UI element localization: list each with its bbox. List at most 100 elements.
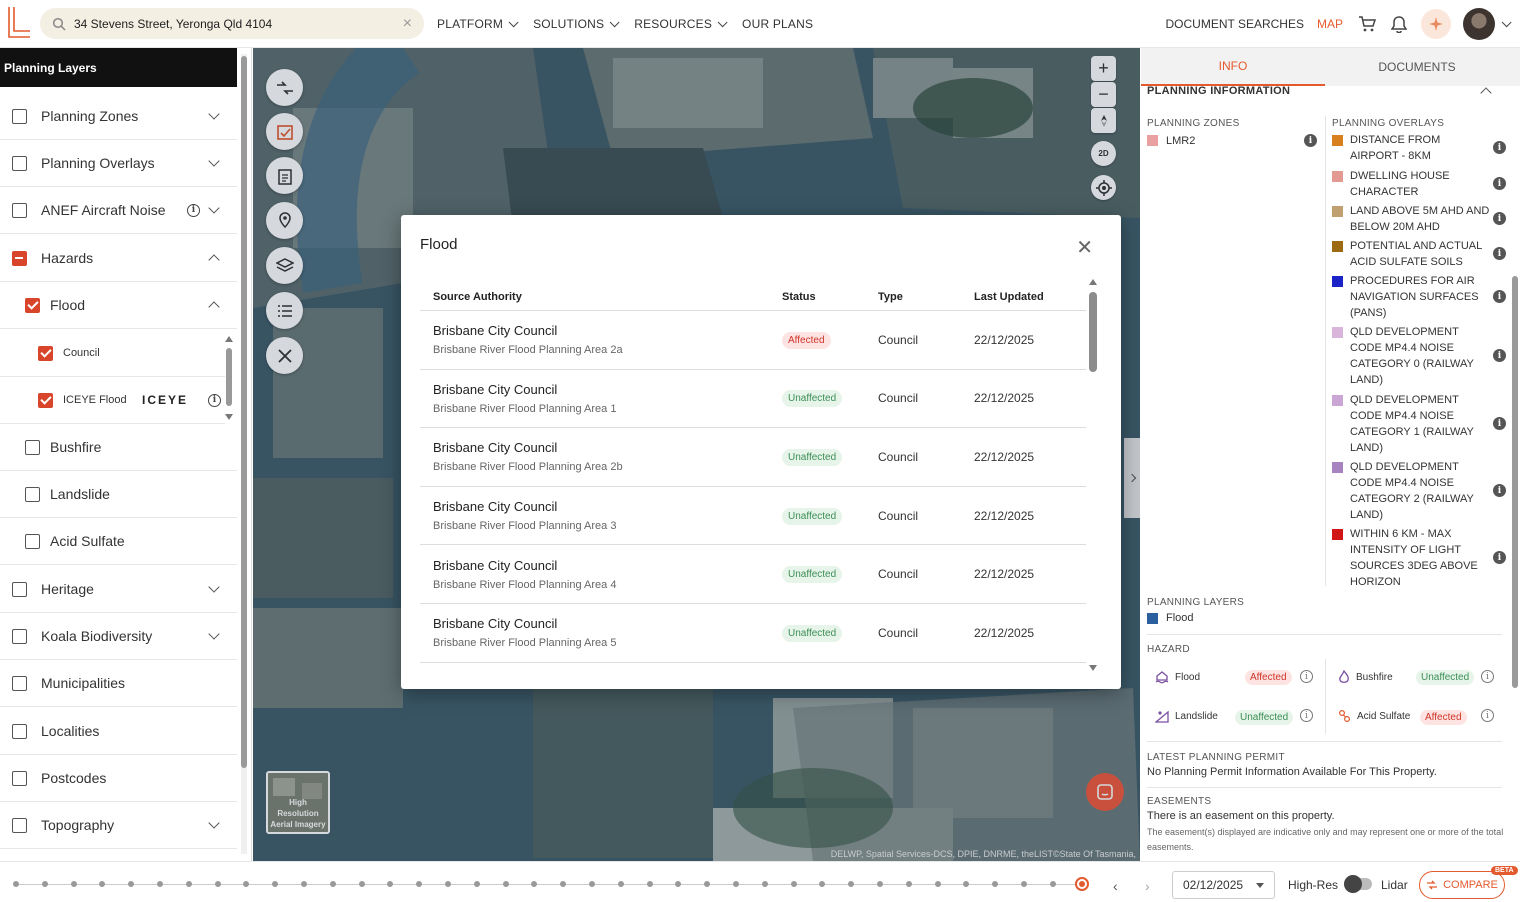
chevron-down-icon[interactable] (208, 108, 220, 120)
timeline-dot[interactable] (617, 881, 624, 887)
layer-heritage[interactable]: Heritage (0, 566, 237, 613)
checkbox[interactable] (25, 533, 40, 549)
timeline-dot[interactable] (301, 881, 307, 887)
checkbox[interactable] (12, 628, 27, 644)
info-icon[interactable]: i (1493, 212, 1506, 225)
timeline-dot[interactable] (387, 881, 394, 887)
timeline-dot[interactable] (329, 881, 336, 887)
hires-lidar-toggle[interactable] (1344, 875, 1372, 893)
info-icon[interactable]: i (1493, 290, 1506, 303)
timeline-dot[interactable] (934, 881, 941, 887)
timeline-dot[interactable] (358, 881, 365, 887)
document-searches-link[interactable]: DOCUMENT SEARCHES (1166, 17, 1304, 31)
timeline-dot[interactable] (1021, 881, 1027, 887)
timeline-dot[interactable] (502, 881, 509, 887)
imagery-date-select[interactable]: 02/12/2025 (1172, 871, 1275, 899)
info-icon[interactable]: i (208, 393, 221, 407)
timeline-dot[interactable] (905, 881, 912, 887)
chevron-left-icon[interactable]: ‹ (1113, 878, 1118, 894)
timeline-dot[interactable] (1049, 881, 1056, 887)
timeline-dot[interactable] (877, 881, 883, 887)
checkbox[interactable] (12, 723, 27, 739)
layer-anef-aircraft-noise[interactable]: ANEF Aircraft Noise i (0, 187, 237, 234)
timeline-dot[interactable] (13, 881, 19, 887)
timeline-dot[interactable] (41, 881, 48, 887)
layer-bushfire[interactable]: Bushfire (0, 424, 237, 471)
layer-flood[interactable]: Flood (0, 282, 237, 329)
timeline-dot[interactable] (675, 881, 682, 887)
layer-localities[interactable]: Localities (0, 708, 237, 755)
scroll-down-arrow[interactable] (1089, 665, 1097, 671)
timeline-dot[interactable] (157, 881, 163, 887)
info-icon[interactable]: i (187, 203, 200, 217)
chevron-down-icon[interactable] (208, 581, 220, 593)
close-icon[interactable]: ✕ (1076, 235, 1093, 260)
info-icon[interactable]: i (1493, 349, 1506, 362)
timeline-dot[interactable] (646, 881, 653, 887)
timeline-dot[interactable] (992, 881, 999, 887)
nav-our-plans[interactable]: OUR PLANS (742, 17, 813, 31)
info-icon[interactable]: i (1493, 141, 1506, 154)
chevron-down-icon[interactable] (1501, 16, 1512, 27)
timeline-dot[interactable] (819, 881, 826, 887)
info-icon[interactable]: i (1493, 484, 1506, 497)
info-icon[interactable]: i (1300, 670, 1313, 683)
compare-button[interactable]: COMPARE (1419, 871, 1505, 899)
chevron-down-icon[interactable] (208, 817, 220, 829)
layer-koala-biodiversity[interactable]: Koala Biodiversity (0, 613, 237, 660)
sublayer-scrollbar[interactable] (225, 336, 233, 420)
timeline-dot[interactable] (185, 881, 192, 887)
checkbox[interactable] (12, 202, 27, 218)
checkbox[interactable] (12, 770, 27, 786)
search-input[interactable] (74, 16, 403, 31)
layer-municipalities[interactable]: Municipalities (0, 660, 237, 707)
bell-icon[interactable] (1389, 14, 1409, 34)
timeline-dot[interactable] (416, 881, 423, 887)
layer-planning-overlays[interactable]: Planning Overlays (0, 140, 237, 187)
timeline-dot[interactable] (272, 881, 279, 887)
address-search[interactable]: × (40, 8, 424, 39)
checkbox[interactable] (12, 108, 27, 124)
info-icon[interactable]: i (1493, 417, 1506, 430)
info-icon[interactable]: i (1481, 709, 1494, 722)
checkbox[interactable] (25, 486, 40, 502)
scroll-up-arrow[interactable] (1089, 279, 1097, 285)
checkbox[interactable] (12, 581, 27, 597)
nav-resources[interactable]: RESOURCES (634, 16, 728, 31)
layer-iceye-flood[interactable]: ICEYE Flood ICEYE i (0, 377, 225, 424)
ai-sparkle-icon[interactable] (1421, 9, 1451, 39)
checkbox[interactable] (12, 155, 27, 171)
timeline-dot[interactable] (790, 881, 797, 887)
scrollbar-thumb[interactable] (241, 56, 247, 768)
timeline-track[interactable] (15, 884, 1083, 885)
timeline-dot[interactable] (128, 881, 135, 887)
checkbox[interactable] (12, 250, 27, 266)
chevron-up-icon[interactable] (208, 301, 220, 313)
chevron-down-icon[interactable] (208, 202, 220, 214)
clear-search-icon[interactable]: × (403, 15, 412, 33)
chevron-up-icon[interactable] (1480, 87, 1492, 99)
info-icon[interactable]: i (1493, 247, 1506, 260)
layer-acid-sulfate[interactable]: Acid Sulfate (0, 518, 237, 565)
timeline-dot[interactable] (243, 881, 250, 887)
layer-topography[interactable]: Topography (0, 802, 237, 849)
timeline-dot[interactable] (99, 881, 106, 887)
info-icon[interactable]: i (1493, 177, 1506, 190)
checkbox[interactable] (25, 297, 40, 313)
timeline-dot[interactable] (589, 881, 595, 887)
timeline-dot[interactable] (445, 881, 451, 887)
scrollbar-thumb[interactable] (1089, 292, 1097, 372)
timeline-dot[interactable] (473, 881, 480, 887)
panel-scrollbar[interactable] (1512, 276, 1518, 688)
timeline-dot[interactable] (733, 881, 739, 887)
map-link[interactable]: MAP (1317, 17, 1343, 31)
info-icon[interactable]: i (1481, 670, 1494, 683)
tab-documents[interactable]: DOCUMENTS (1325, 48, 1509, 86)
layer-planning-zones[interactable]: Planning Zones (0, 93, 237, 140)
modal-scrollbar[interactable] (1089, 279, 1097, 671)
logo-icon[interactable] (6, 5, 32, 39)
chevron-right-icon[interactable]: › (1145, 878, 1150, 894)
info-icon[interactable]: i (1300, 709, 1313, 722)
nav-solutions[interactable]: SOLUTIONS (533, 16, 620, 31)
chevron-down-icon[interactable] (208, 155, 220, 167)
